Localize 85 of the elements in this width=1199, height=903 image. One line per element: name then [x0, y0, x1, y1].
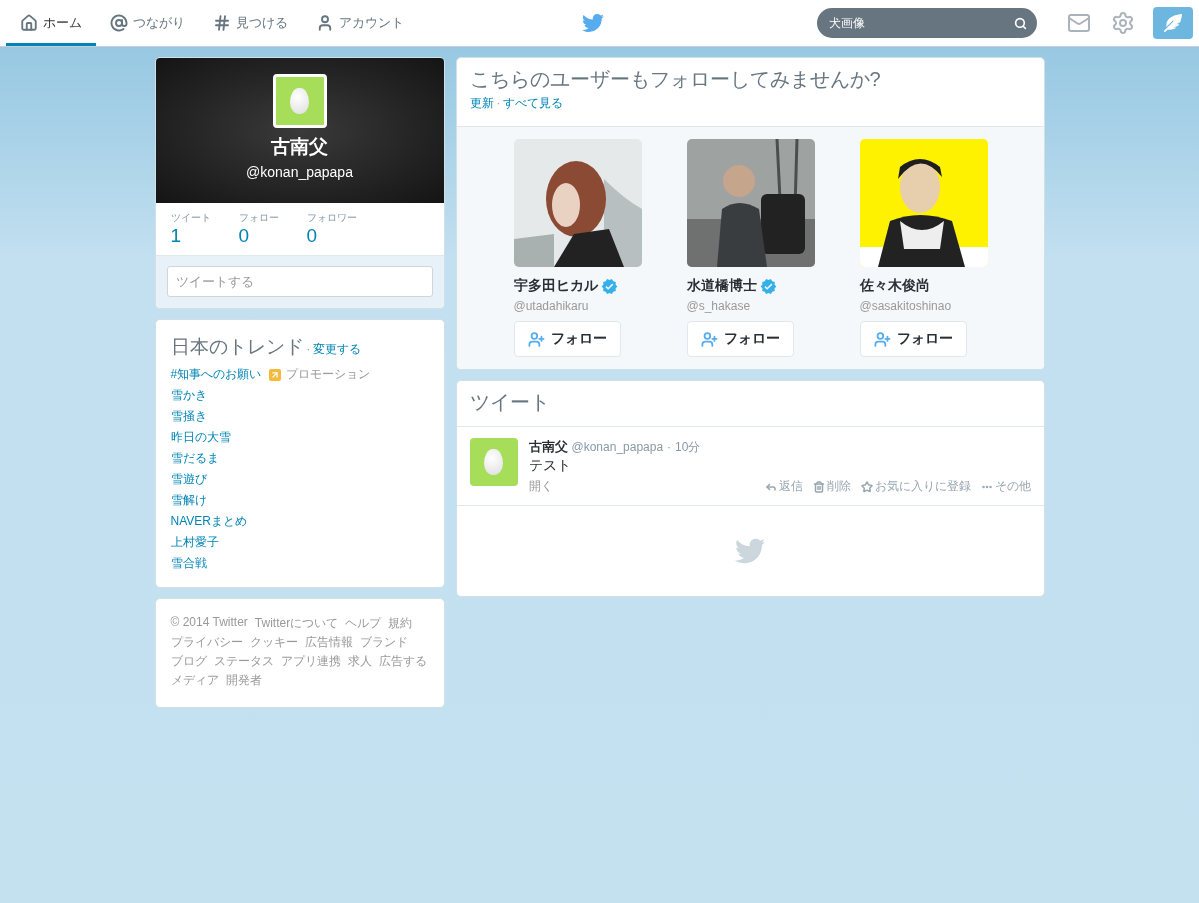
suggestions-title: こちらのユーザーもフォローしてみませんか?	[469, 67, 882, 92]
tweet-text: テスト	[528, 457, 572, 475]
trends-title: 日本のトレンド	[170, 335, 304, 359]
follow-button[interactable]: フォロー	[859, 321, 967, 357]
trend-link[interactable]: 上村愛子	[170, 534, 219, 551]
stat-label[interactable]: フォロワー	[306, 211, 375, 225]
trend-link[interactable]: 雪合戦	[170, 555, 207, 572]
profile-name[interactable]: 古南父	[271, 134, 328, 160]
footer-link[interactable]: 開発者	[225, 672, 262, 689]
nav-tab[interactable]: アカウント	[302, 3, 418, 46]
add-user-icon	[873, 330, 891, 348]
nav-tab[interactable]: 見つける	[199, 3, 302, 46]
promoted-icon	[269, 368, 282, 381]
footer-link[interactable]: ブランド	[359, 634, 408, 651]
stat-count[interactable]: 0	[238, 225, 307, 247]
footer-link[interactable]: ステータス	[213, 653, 274, 670]
trend-link[interactable]: 昨日の大雪	[170, 429, 231, 446]
house-icon	[20, 14, 38, 32]
separator-dot: ·	[667, 440, 672, 454]
profile-handle: @konan_papapa	[246, 164, 353, 180]
follow-button[interactable]: フォロー	[686, 321, 794, 357]
footer-link[interactable]: 広告情報	[304, 634, 353, 651]
trend-link[interactable]: 雪遊び	[170, 471, 207, 488]
user-handle: @s_hakase	[686, 299, 752, 313]
user-name[interactable]: 佐々木俊尚	[859, 277, 988, 295]
compose-button[interactable]	[1153, 7, 1193, 39]
footer-link[interactable]: ヘルプ	[345, 615, 382, 632]
tweet-handle: @konan_papapa	[571, 440, 664, 454]
promoted-label: プロモーション	[286, 366, 371, 383]
nav-tab[interactable]: つながり	[96, 3, 199, 46]
mail-icon[interactable]	[1067, 11, 1091, 35]
footer-link[interactable]: ブログ	[170, 653, 207, 670]
person-icon	[316, 14, 334, 32]
search-icon[interactable]	[1014, 17, 1027, 30]
tweet-action[interactable]: その他	[980, 478, 1031, 495]
tweet-time[interactable]: 10分	[675, 439, 701, 456]
footer-link[interactable]: プライバシー	[170, 634, 243, 651]
bird-logo-icon[interactable]	[581, 12, 604, 34]
egg-avatar[interactable]	[272, 74, 327, 128]
hash-icon	[213, 14, 231, 32]
follow-button[interactable]: フォロー	[513, 321, 621, 357]
stat-count[interactable]: 1	[170, 225, 239, 247]
user-handle: @utadahikaru	[513, 299, 590, 313]
tweet-field[interactable]: ツイートする	[166, 266, 433, 297]
user-name[interactable]: 宇多田ヒカル	[513, 277, 642, 295]
bird-icon	[735, 536, 765, 566]
trend-link[interactable]: 雪掻き	[170, 408, 207, 425]
separator-dot: ·	[306, 343, 311, 355]
trend-link[interactable]: 雪解け	[170, 492, 207, 509]
user-name[interactable]: 水道橋博士	[686, 277, 815, 295]
footer-link[interactable]: クッキー	[249, 634, 298, 651]
search-field[interactable]: 犬画像	[817, 8, 1037, 38]
footer-link[interactable]: 求人	[347, 653, 372, 670]
trend-link[interactable]: 雪かき	[170, 387, 207, 404]
footer-link[interactable]: アプリ連携	[280, 653, 341, 670]
separator-dot: ·	[496, 97, 501, 109]
trend-link[interactable]: 雪だるま	[170, 450, 219, 467]
footer-link[interactable]: Twitterについて	[254, 615, 339, 632]
stat-label[interactable]: フォロー	[238, 211, 307, 225]
header-link[interactable]: すべて見る	[503, 95, 564, 112]
footer-link[interactable]: © 2014 Twitter	[170, 615, 248, 632]
footer-link[interactable]: 規約	[388, 615, 413, 632]
tweet-action[interactable]: 削除	[812, 478, 851, 495]
stat-count[interactable]: 0	[306, 225, 375, 247]
add-user-icon	[700, 330, 718, 348]
trash-icon	[812, 480, 825, 493]
trend-link[interactable]: NAVERまとめ	[170, 513, 247, 530]
tweet-action[interactable]: お気に入りに登録	[860, 478, 971, 495]
stat-label[interactable]: ツイート	[170, 211, 239, 225]
change-link[interactable]: 変更する	[313, 341, 362, 358]
at-sign-icon	[110, 14, 128, 32]
feather-icon	[1164, 14, 1182, 32]
star-icon	[860, 480, 873, 493]
trend-link[interactable]: #知事へのお願い	[170, 366, 262, 383]
nav-tab[interactable]: ホーム	[6, 3, 96, 46]
header-link[interactable]: 更新	[469, 95, 494, 112]
footer-link[interactable]: 広告する	[378, 653, 427, 670]
timeline-title: ツイート	[469, 390, 551, 415]
add-user-icon	[527, 330, 545, 348]
footer-link[interactable]: メディア	[170, 672, 219, 689]
tweet-author[interactable]: 古南父	[528, 438, 568, 456]
user-handle: @sasakitoshinao	[859, 299, 953, 313]
settings-icon[interactable]	[1111, 11, 1135, 35]
open-link[interactable]: 開く	[528, 478, 553, 495]
tweet-action[interactable]: 返信	[764, 478, 803, 495]
